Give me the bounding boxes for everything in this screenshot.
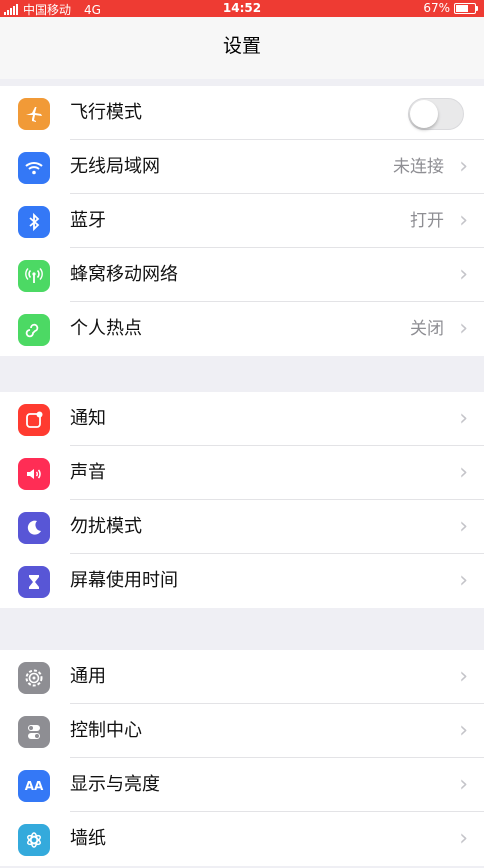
row-label: 蓝牙 bbox=[70, 210, 106, 231]
chevron-right-icon: › bbox=[459, 262, 468, 287]
row-value: 打开 bbox=[410, 211, 444, 231]
sound-icon bbox=[18, 458, 50, 490]
chevron-right-icon: › bbox=[459, 316, 468, 341]
row-label: 勿扰模式 bbox=[70, 516, 142, 537]
bluetooth-icon bbox=[18, 206, 50, 238]
settings-row[interactable]: 墙纸 › bbox=[0, 812, 484, 866]
row-label: 通用 bbox=[70, 666, 106, 687]
moon-icon bbox=[18, 512, 50, 544]
settings-row[interactable]: 声音 › bbox=[0, 446, 484, 500]
chevron-right-icon: › bbox=[459, 460, 468, 485]
settings-row[interactable]: 勿扰模式 › bbox=[0, 500, 484, 554]
settings-row[interactable]: 通用 › bbox=[0, 650, 484, 704]
row-value: 未连接 bbox=[393, 157, 444, 177]
chevron-right-icon: › bbox=[459, 718, 468, 743]
page-title: 设置 bbox=[222, 35, 261, 57]
row-label: 控制中心 bbox=[70, 720, 142, 741]
settings-group: 通知 › 声音 › 勿扰模式 › 屏幕使用时间 › bbox=[0, 392, 484, 608]
chevron-right-icon: › bbox=[459, 514, 468, 539]
row-label: 无线局域网 bbox=[70, 156, 160, 177]
battery-icon bbox=[454, 2, 478, 14]
row-label: 声音 bbox=[70, 462, 106, 483]
hourglass-icon bbox=[18, 566, 50, 598]
control-center-icon bbox=[18, 716, 50, 748]
chevron-right-icon: › bbox=[459, 406, 468, 431]
settings-row[interactable]: 控制中心 › bbox=[0, 704, 484, 758]
settings-row[interactable]: 蜂窝移动网络 › bbox=[0, 248, 484, 302]
nav-bar: 设置 bbox=[0, 17, 484, 79]
row-label: 蜂窝移动网络 bbox=[70, 264, 178, 285]
settings-row[interactable]: 屏幕使用时间 › bbox=[0, 554, 484, 608]
chevron-right-icon: › bbox=[459, 772, 468, 797]
wallpaper-icon bbox=[18, 824, 50, 856]
airplane-mode-toggle[interactable] bbox=[408, 98, 464, 130]
chevron-right-icon: › bbox=[459, 154, 468, 179]
settings-row[interactable]: 飞行模式 bbox=[0, 86, 484, 140]
battery-percent: 67% bbox=[423, 1, 450, 15]
settings-row[interactable]: 个人热点 关闭 › bbox=[0, 302, 484, 356]
status-time: 14:52 bbox=[222, 1, 262, 15]
settings-row[interactable]: AA 显示与亮度 › bbox=[0, 758, 484, 812]
row-label: 通知 bbox=[70, 408, 106, 429]
status-bar: 中国移动 4G 14:52 67% bbox=[0, 0, 484, 17]
settings-row[interactable]: 通知 › bbox=[0, 392, 484, 446]
settings-row[interactable]: 无线局域网 未连接 › bbox=[0, 140, 484, 194]
row-label: 墙纸 bbox=[70, 828, 106, 849]
chevron-right-icon: › bbox=[459, 208, 468, 233]
chevron-right-icon: › bbox=[459, 664, 468, 689]
cellular-icon bbox=[18, 260, 50, 292]
row-label: 个人热点 bbox=[70, 318, 142, 339]
notifications-icon bbox=[18, 404, 50, 436]
hotspot-icon bbox=[18, 314, 50, 346]
row-label: 显示与亮度 bbox=[70, 774, 160, 795]
chevron-right-icon: › bbox=[459, 568, 468, 593]
row-label: 屏幕使用时间 bbox=[70, 570, 178, 591]
gear-icon bbox=[18, 662, 50, 694]
toggle-knob bbox=[410, 100, 438, 128]
row-value: 关闭 bbox=[410, 319, 444, 339]
chevron-right-icon: › bbox=[459, 826, 468, 851]
settings-group: 飞行模式无线局域网 未连接 › 蓝牙 打开 › 蜂窝移动网络 › 个人热点 关闭 › bbox=[0, 86, 484, 356]
display-brightness-icon: AA bbox=[18, 770, 50, 802]
settings-group: 通用 › 控制中心 › AA 显示与亮度 › 墙纸 › bbox=[0, 650, 484, 866]
wifi-icon bbox=[18, 152, 50, 184]
airplane-icon bbox=[18, 98, 50, 130]
settings-row[interactable]: 蓝牙 打开 › bbox=[0, 194, 484, 248]
row-label: 飞行模式 bbox=[70, 102, 142, 123]
